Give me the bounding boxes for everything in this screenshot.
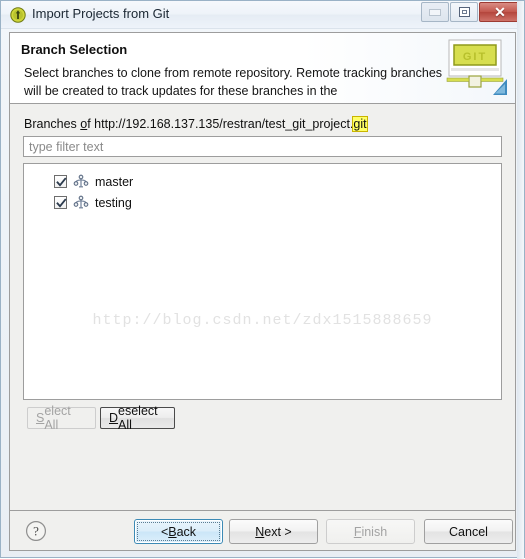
finish-button[interactable]: Finish	[326, 519, 415, 544]
select-all-button[interactable]: Select All	[27, 404, 96, 432]
check-icon	[56, 198, 67, 208]
git-branch-icon	[73, 174, 89, 190]
minimize-icon	[429, 8, 441, 16]
branch-list[interactable]: master testing http://blog.csdn.net/zdx1…	[23, 163, 502, 400]
back-button[interactable]: < Back	[134, 519, 223, 544]
check-icon	[56, 177, 67, 187]
filter-input[interactable]	[23, 136, 502, 157]
branches-label-url: f http://192.168.137.135/restran/test_gi…	[87, 117, 354, 131]
wizard-header: Branch Selection Select branches to clon…	[10, 33, 515, 104]
next-button[interactable]: Next >	[229, 519, 318, 544]
next-label: ext >	[264, 524, 292, 539]
page-description: Select branches to clone from remote rep…	[24, 66, 443, 98]
page-title: Branch Selection	[21, 42, 128, 57]
git-monitor-banner-icon: GIT	[441, 37, 509, 99]
window-title: Import Projects from Git	[32, 6, 170, 21]
branches-label-prefix: Branches	[24, 117, 81, 131]
branch-checkbox[interactable]	[54, 175, 67, 188]
svg-text:GIT: GIT	[463, 51, 487, 63]
help-question-icon[interactable]: ?	[25, 520, 47, 542]
git-branch-icon	[73, 195, 89, 211]
branch-checkbox[interactable]	[54, 196, 67, 209]
close-button[interactable]: ✕	[479, 2, 521, 22]
svg-text:?: ?	[33, 524, 39, 539]
branch-name: testing	[95, 195, 132, 210]
finish-accelerator: F	[353, 524, 362, 539]
title-bar: Import Projects from Git ✕	[1, 1, 524, 29]
restore-icon	[458, 7, 470, 17]
cancel-button[interactable]: Cancel	[424, 519, 513, 544]
wizard-footer: ? < Back Next > Finish Cancel	[10, 511, 515, 550]
select-all-accelerator: S	[36, 411, 45, 425]
minimize-button[interactable]	[421, 2, 449, 22]
finish-label: inish	[361, 524, 388, 539]
watermark-text: http://blog.csdn.net/zdx1515888659	[92, 312, 433, 329]
deselect-all-accelerator: D	[109, 411, 119, 425]
select-all-label: elect All	[44, 404, 71, 432]
back-label: ack	[176, 524, 197, 539]
cancel-label: Cancel	[449, 524, 488, 539]
dialog-content: Branch Selection Select branches to clon…	[9, 32, 516, 551]
branch-name: master	[95, 174, 134, 189]
deselect-all-label: eselect All	[118, 404, 158, 432]
close-icon: ✕	[494, 4, 506, 20]
branches-label: Branches of http://192.168.137.135/restr…	[24, 116, 368, 132]
back-prefix: <	[160, 524, 169, 539]
maximize-button[interactable]	[450, 2, 478, 22]
next-accelerator: N	[255, 524, 265, 539]
back-accelerator: B	[168, 524, 177, 539]
git-app-icon	[10, 7, 26, 23]
list-item[interactable]: master	[24, 171, 501, 192]
dialog-window: Import Projects from Git ✕ Branch Select…	[0, 0, 525, 559]
branches-label-highlight: git	[352, 116, 368, 132]
window-right-edge-scrollbar[interactable]	[517, 1, 524, 559]
deselect-all-button[interactable]: Deselect All	[100, 404, 175, 432]
list-item[interactable]: testing	[24, 192, 501, 213]
